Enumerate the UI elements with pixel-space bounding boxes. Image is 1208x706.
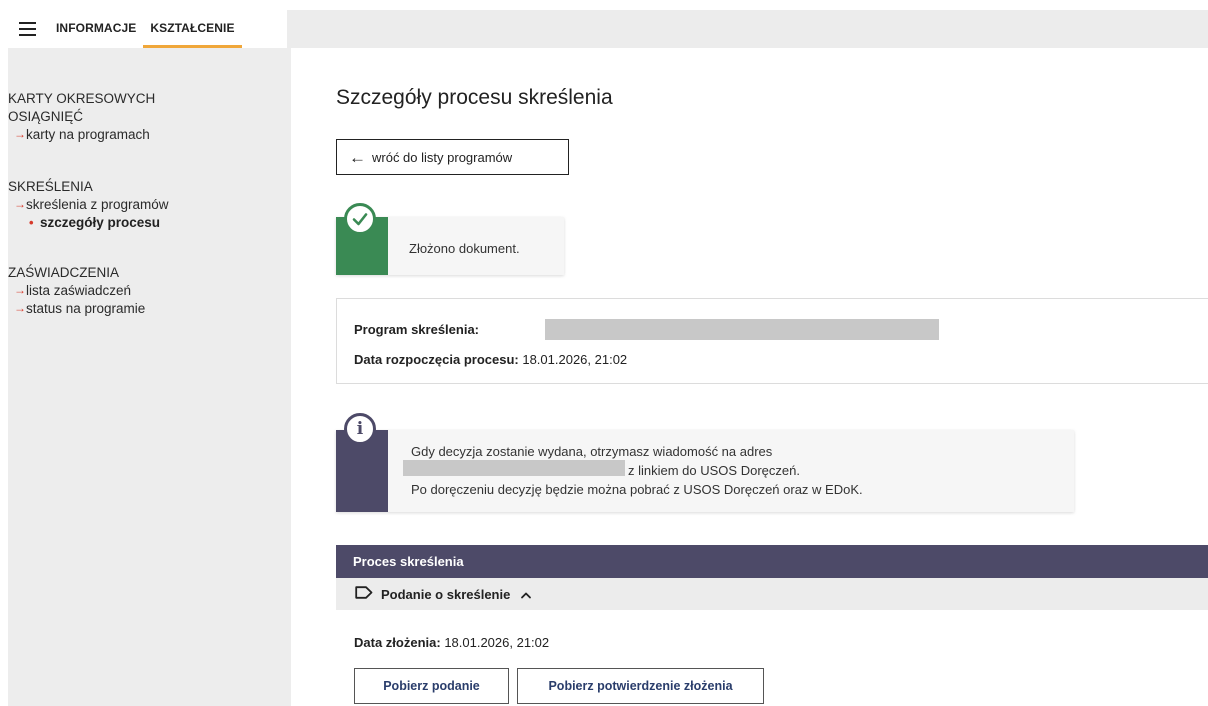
- back-button-label: wróć do listy programów: [372, 149, 513, 165]
- tab-informacje[interactable]: INFORMACJE: [49, 10, 143, 48]
- download-application-button[interactable]: Pobierz podanie: [354, 668, 509, 704]
- download-confirmation-button[interactable]: Pobierz potwierdzenie złożenia: [517, 668, 764, 704]
- sidebar-section-zaswiadczenia: ZAŚWIADCZENIA → lista zaświadczeń → stat…: [8, 264, 145, 318]
- sidebar-item-lista-zaswiadczen[interactable]: → lista zaświadczeń: [8, 282, 145, 300]
- page-title: Szczegóły procesu skreślenia: [336, 86, 613, 109]
- program-row: Program skreślenia:: [354, 322, 479, 337]
- process-section-header: Proces skreślenia: [336, 545, 1208, 578]
- sidebar-item-label: karty na programach: [26, 127, 150, 142]
- top-navigation: INFORMACJE KSZTAŁCENIE: [8, 10, 287, 48]
- hamburger-menu-icon[interactable]: [8, 10, 46, 48]
- sidebar-heading-karty-line2[interactable]: OSIĄGNIĘĆ: [8, 108, 155, 126]
- submission-date-value: 18.01.2026, 21:02: [444, 635, 550, 650]
- start-date-value: 18.01.2026, 21:02: [522, 352, 628, 367]
- arrow-right-icon: →: [14, 283, 26, 297]
- notice-line-1: Gdy decyzja zostanie wydana, otrzymasz w…: [411, 444, 773, 459]
- bullet-dot-icon: •: [29, 215, 34, 230]
- info-notice: i Gdy decyzja zostanie wydana, otrzymasz…: [336, 413, 1074, 512]
- sidebar-item-karty-na-programach[interactable]: → karty na programach: [8, 126, 155, 144]
- success-alert: Złożono dokument.: [336, 203, 564, 275]
- program-label: Program skreślenia:: [354, 322, 480, 337]
- arrow-right-icon: →: [14, 127, 26, 141]
- notice-line-3: Po doręczeniu decyzję będzie można pobra…: [411, 482, 863, 497]
- process-details-card: Program skreślenia: Data rozpoczęcia pro…: [336, 298, 1208, 384]
- sidebar-item-szczegoly-procesu[interactable]: • szczegóły procesu: [8, 214, 169, 232]
- sidebar-item-label: lista zaświadczeń: [26, 283, 132, 298]
- arrow-right-icon: →: [14, 301, 26, 315]
- sidebar-item-label: status na programie: [26, 301, 146, 316]
- sidebar-heading-karty[interactable]: KARTY OKRESOWYCH: [8, 90, 155, 108]
- tab-ksztalcenie[interactable]: KSZTAŁCENIE: [143, 10, 242, 48]
- back-to-programs-button[interactable]: ← wróć do listy programów: [336, 139, 569, 175]
- sidebar-item-label: skreślenia z programów: [26, 197, 169, 212]
- redacted-program-name: [545, 319, 939, 340]
- chevron-up-icon: [520, 587, 532, 602]
- arrow-right-icon: →: [14, 197, 26, 211]
- sidebar-section-karty: KARTY OKRESOWYCH OSIĄGNIĘĆ → karty na pr…: [8, 90, 155, 144]
- sidebar-item-skreslenia-z-programow[interactable]: → skreślenia z programów: [8, 196, 169, 214]
- check-circle-icon: [344, 203, 376, 235]
- sidebar-item-status-na-programie[interactable]: → status na programie: [8, 300, 145, 318]
- submission-date-label: Data złożenia:: [354, 635, 441, 650]
- sidebar-item-label: szczegóły procesu: [40, 215, 161, 230]
- start-date-label: Data rozpoczęcia procesu:: [354, 352, 519, 367]
- sidebar-heading-skreslenia[interactable]: SKREŚLENIA: [8, 178, 169, 196]
- sidebar: KARTY OKRESOWYCH OSIĄGNIĘĆ → karty na pr…: [8, 48, 291, 706]
- arrow-left-icon: ←: [349, 147, 366, 167]
- step-title: Podanie o skreślenie: [381, 586, 511, 602]
- step-podanie-toggle[interactable]: Podanie o skreślenie: [336, 578, 1208, 610]
- tag-icon: [355, 586, 373, 602]
- start-date-row: Data rozpoczęcia procesu: 18.01.2026, 21…: [354, 352, 627, 367]
- sidebar-heading-zaswiadczenia[interactable]: ZAŚWIADCZENIA: [8, 264, 145, 282]
- submission-date-row: Data złożenia: 18.01.2026, 21:02: [354, 635, 549, 650]
- success-message: Złożono dokument.: [409, 241, 520, 256]
- top-bar: INFORMACJE KSZTAŁCENIE: [8, 10, 1208, 48]
- redacted-email: [403, 460, 625, 476]
- notice-line-2: z linkiem do USOS Doręczeń.: [628, 463, 800, 478]
- sidebar-section-skreslenia: SKREŚLENIA → skreślenia z programów • sz…: [8, 178, 169, 232]
- info-circle-icon: i: [344, 413, 376, 445]
